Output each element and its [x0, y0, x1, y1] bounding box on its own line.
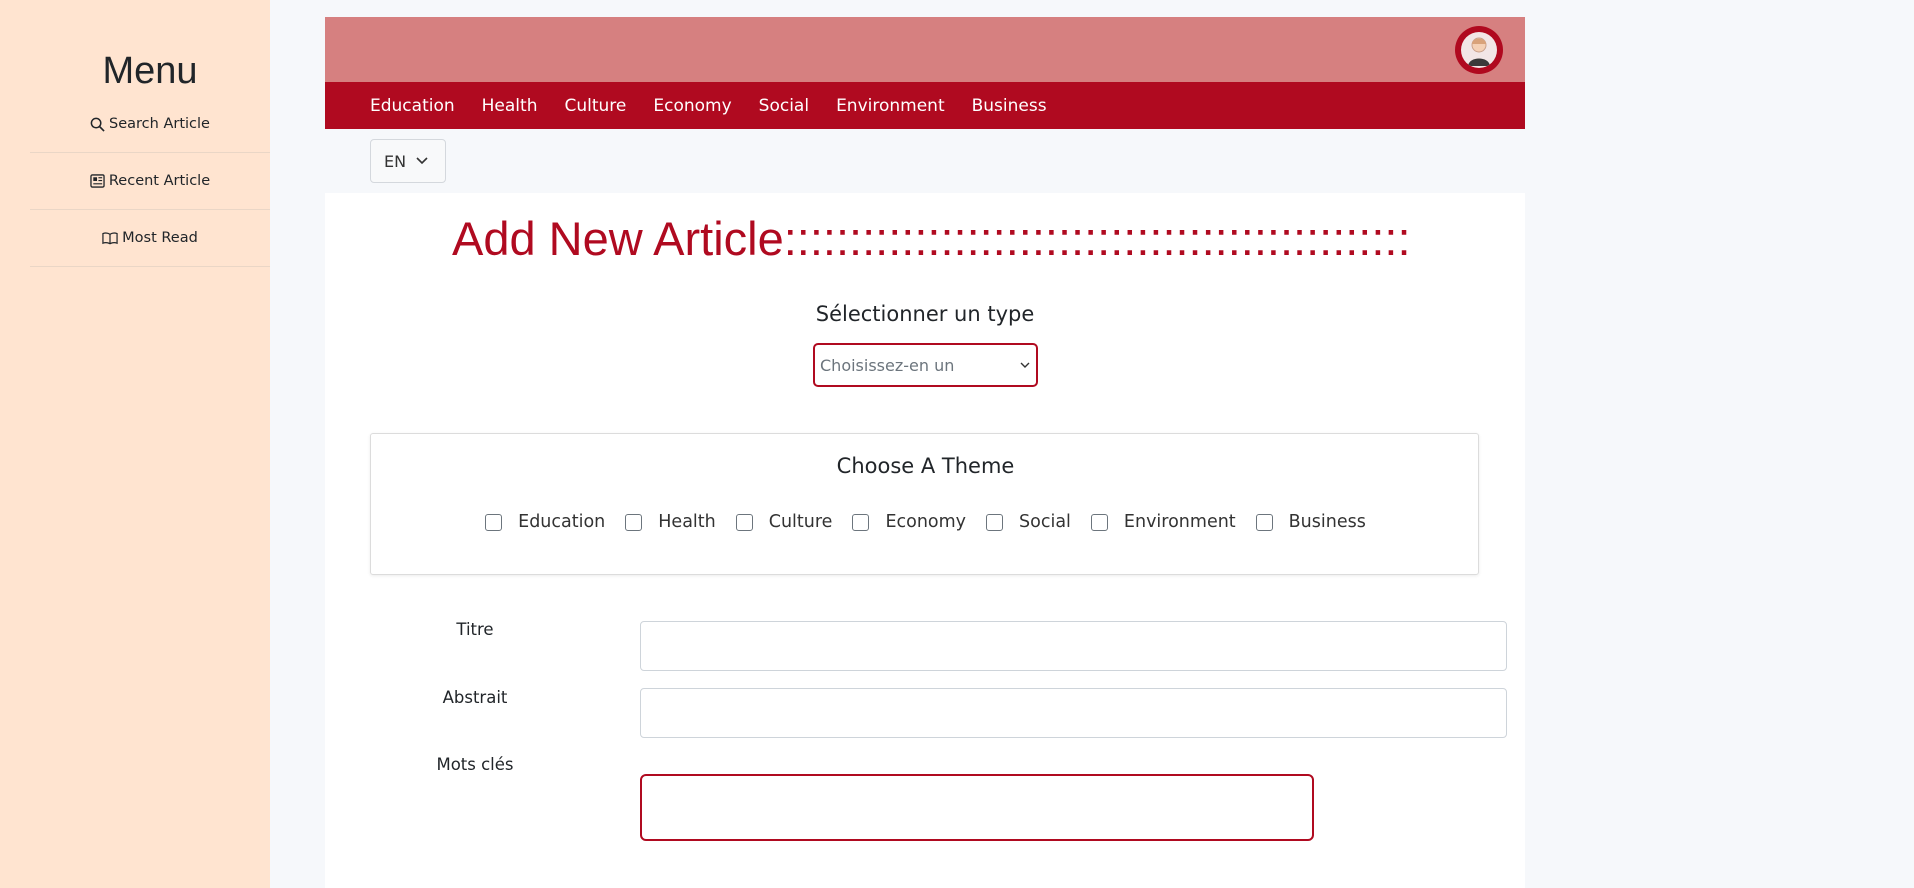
- nav-link-economy[interactable]: Economy: [653, 96, 731, 116]
- language-select[interactable]: EN: [370, 139, 446, 183]
- theme-checkbox-culture[interactable]: [735, 513, 753, 531]
- theme-option-label: Business: [1288, 512, 1366, 532]
- menu-list: Search Article Recent Article Most Read: [30, 96, 270, 267]
- abstract-input[interactable]: [640, 688, 1507, 738]
- menu-item-search-article[interactable]: Search Article: [30, 96, 270, 153]
- title-label: Titre: [456, 620, 494, 639]
- nav-link-culture[interactable]: Culture: [564, 96, 626, 116]
- menu-item-label: Recent Article: [108, 173, 211, 189]
- chevron-down-icon: [1020, 362, 1030, 368]
- user-avatar-icon: [1461, 32, 1497, 68]
- theme-checkbox-economy[interactable]: [852, 513, 870, 531]
- search-icon: [90, 117, 105, 132]
- theme-option-health: Health: [625, 512, 716, 532]
- type-select-placeholder: Choisissez-en un: [820, 355, 955, 375]
- theme-option-label: Social: [1019, 512, 1071, 532]
- theme-title: Choose A Theme: [836, 454, 1015, 478]
- theme-checkbox-business[interactable]: [1255, 513, 1273, 531]
- book-icon: [102, 232, 118, 245]
- theme-option-education: Education: [485, 512, 605, 532]
- theme-option-environment: Environment: [1090, 512, 1236, 532]
- menu-title: Menu: [102, 50, 198, 92]
- theme-option-label: Economy: [885, 512, 967, 532]
- keywords-input[interactable]: [640, 774, 1314, 841]
- theme-option-economy: Economy: [852, 512, 966, 532]
- type-select[interactable]: Choisissez-en un: [813, 343, 1038, 387]
- menu-item-label: Most Read: [122, 230, 198, 246]
- title-input[interactable]: [640, 621, 1507, 671]
- sidebar: Menu Search Article Recent Article Most …: [0, 0, 270, 888]
- theme-checkbox-education[interactable]: [485, 513, 503, 531]
- language-value: EN: [384, 151, 407, 171]
- nav-link-environment[interactable]: Environment: [836, 96, 945, 116]
- theme-fieldset: Choose A Theme Education Health Culture …: [370, 433, 1479, 575]
- nav-link-education[interactable]: Education: [370, 96, 455, 116]
- abstract-label: Abstrait: [442, 688, 508, 707]
- top-banner: [325, 17, 1525, 82]
- language-bar: EN: [325, 129, 1525, 193]
- type-label: Sélectionner un type: [815, 302, 1035, 326]
- theme-option-social: Social: [986, 512, 1071, 532]
- theme-option-label: Environment: [1123, 512, 1236, 532]
- theme-checkbox-social[interactable]: [986, 513, 1004, 531]
- theme-option-label: Health: [658, 512, 716, 532]
- nav-link-business[interactable]: Business: [972, 96, 1047, 116]
- page-title: Add New Article:::::::::::::::::::::::::…: [452, 212, 1411, 265]
- menu-item-most-read[interactable]: Most Read: [30, 210, 270, 267]
- nav-link-social[interactable]: Social: [759, 96, 809, 116]
- theme-option-label: Education: [518, 512, 606, 532]
- theme-checkbox-health[interactable]: [625, 513, 643, 531]
- newspaper-icon: [90, 174, 105, 188]
- theme-option-business: Business: [1255, 512, 1366, 532]
- theme-options: Education Health Culture Economy Social …: [371, 512, 1480, 532]
- theme-option-culture: Culture: [735, 512, 833, 532]
- avatar[interactable]: [1455, 26, 1503, 74]
- nav-links: Education Health Culture Economy Social …: [370, 96, 1074, 116]
- article-form-panel: Add New Article:::::::::::::::::::::::::…: [325, 193, 1525, 888]
- theme-option-label: Culture: [768, 512, 833, 532]
- menu-item-recent-article[interactable]: Recent Article: [30, 153, 270, 210]
- category-navbar: Education Health Culture Economy Social …: [325, 82, 1525, 129]
- nav-link-health[interactable]: Health: [482, 96, 538, 116]
- theme-checkbox-environment[interactable]: [1090, 513, 1108, 531]
- chevron-down-icon: [416, 157, 428, 165]
- keywords-label: Mots clés: [436, 755, 514, 774]
- menu-item-label: Search Article: [109, 116, 210, 132]
